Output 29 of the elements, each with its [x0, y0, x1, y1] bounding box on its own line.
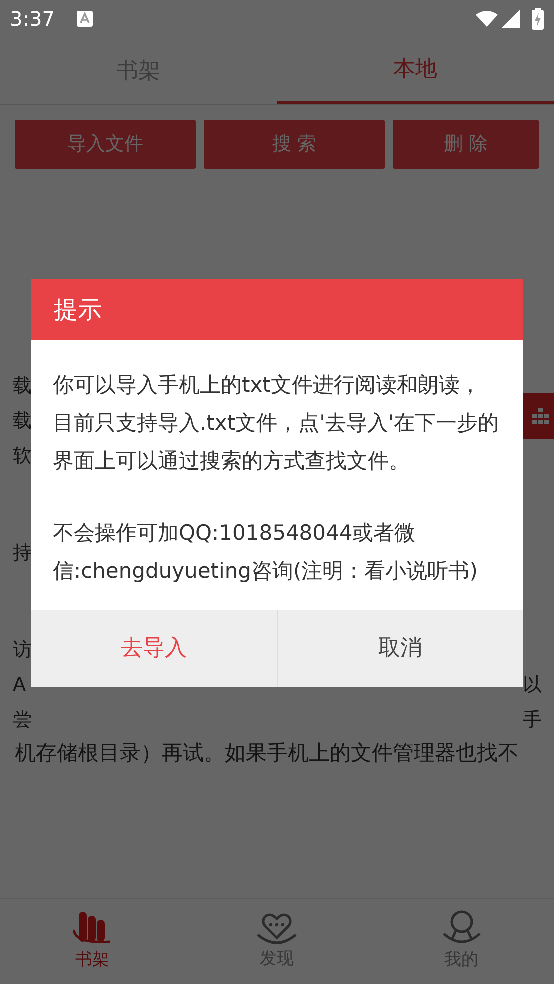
status-time: 3:37	[10, 6, 55, 33]
dialog-message: 不会操作可加QQ:1018548044或者微信:chengduyueting咨询(注明：看小说听书)	[53, 520, 479, 585]
dialog-message: 你可以导入手机上的txt文件进行阅读和朗读，目前只支持导入.txt文件，点'去导入'在下一步的界面上可以通过搜索的方式查找文件。	[53, 372, 500, 475]
tab[interactable]: 本地	[277, 38, 554, 104]
text-fragment: 软	[13, 444, 32, 470]
grid-icon	[532, 408, 550, 424]
person-icon	[442, 910, 481, 946]
action-button[interactable]: 搜 索	[204, 120, 385, 169]
text-fragment: 访	[13, 638, 32, 664]
text-fragment: 尝	[13, 708, 32, 734]
text-fragment: 手	[523, 708, 542, 734]
text-fragment: 载	[13, 409, 32, 434]
dialog-button[interactable]: 去导入	[31, 610, 276, 687]
nav-item[interactable]: 书架	[0, 899, 185, 984]
body-text: 机存储根目录）再试。如果手机上的文件管理器也找不	[14, 740, 520, 767]
action-button[interactable]: 导入文件	[15, 120, 196, 169]
side-tab-button[interactable]	[520, 393, 554, 439]
text-fragment: 持	[13, 541, 32, 566]
text-fragment: A	[13, 673, 26, 698]
dialog-title: 提示	[54, 294, 102, 326]
wifi-icon	[476, 11, 498, 27]
hand-icon	[73, 910, 112, 946]
battery-icon	[532, 8, 544, 30]
font-icon	[76, 11, 93, 27]
dialog-button[interactable]: 取消	[276, 610, 523, 687]
text-fragment: 载	[13, 374, 32, 400]
signal-icon	[502, 10, 520, 28]
text-fragment: 以	[523, 673, 542, 698]
action-button[interactable]: 删 除	[393, 120, 539, 169]
